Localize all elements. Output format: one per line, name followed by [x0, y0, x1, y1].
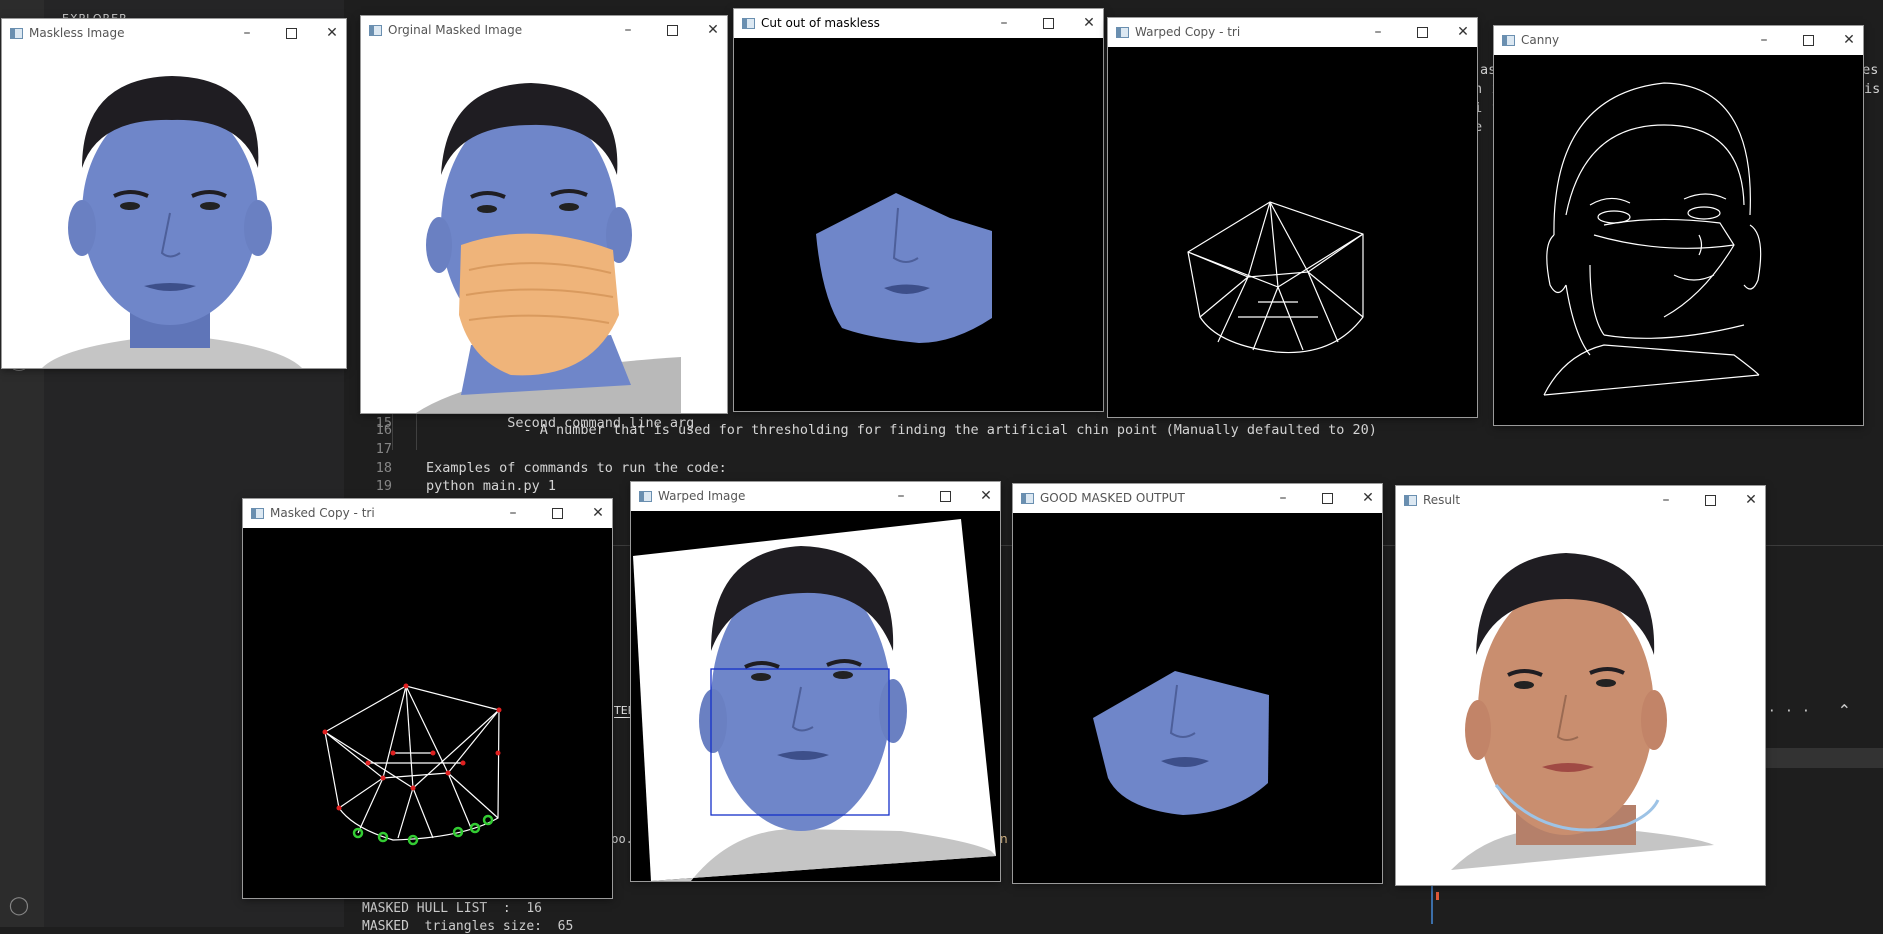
cutout-maskless-window[interactable]: Cut out of maskless – ✕ [734, 9, 1103, 411]
minimize-button[interactable]: – [1271, 488, 1295, 508]
window-title: Warped Image [658, 489, 746, 503]
masked-copy-tri-window[interactable]: Masked Copy - tri – ✕ [243, 499, 612, 898]
minimize-button[interactable]: – [992, 13, 1016, 33]
title-bar[interactable]: Masked Copy - tri – ✕ [243, 499, 612, 528]
close-button[interactable]: ✕ [1739, 490, 1763, 510]
title-bar[interactable]: Warped Image – ✕ [631, 482, 1000, 511]
title-bar[interactable]: Canny – ✕ [1494, 26, 1863, 55]
opencv-window-icon [1502, 35, 1515, 46]
maximize-button[interactable] [1410, 22, 1434, 42]
minimize-button[interactable]: – [235, 23, 259, 43]
result-window[interactable]: Result – ✕ [1396, 486, 1765, 885]
warped-copy-tri-window[interactable]: Warped Copy - tri – ✕ [1108, 18, 1477, 417]
window-title: Orginal Masked Image [388, 23, 523, 37]
maximize-button[interactable] [1315, 488, 1339, 508]
code-line-18: 18 Examples of commands to run the code: [375, 460, 727, 476]
maximize-button[interactable] [660, 20, 684, 40]
image-canvas [1013, 513, 1382, 883]
maximize-button[interactable] [1796, 30, 1820, 50]
image-canvas [243, 528, 612, 898]
code-line-19: 19 python main.py 1 [375, 478, 557, 494]
opencv-window-icon [369, 25, 382, 36]
cutout-face-image [734, 38, 1103, 411]
window-title: Masked Copy - tri [270, 506, 375, 520]
opencv-window-icon [1021, 493, 1034, 504]
opencv-window-icon [742, 18, 755, 29]
opencv-window-icon [639, 491, 652, 502]
minimize-button[interactable]: – [1366, 22, 1390, 42]
result-face-image [1396, 515, 1765, 885]
maximize-button[interactable] [545, 503, 569, 523]
title-bar[interactable]: Maskless Image – ✕ [2, 19, 346, 48]
window-title: Warped Copy - tri [1135, 25, 1241, 39]
opencv-window-icon [10, 28, 23, 39]
maskless-image-window[interactable]: Maskless Image – ✕ [2, 19, 346, 368]
code-line-17: 17 [375, 441, 392, 457]
image-canvas [2, 48, 346, 368]
terminal-fragment: n [1000, 832, 1008, 846]
close-button[interactable]: ✕ [701, 20, 725, 40]
warped-image-window[interactable]: Warped Image – ✕ [631, 482, 1000, 881]
image-canvas [1494, 55, 1863, 425]
title-bar[interactable]: Warped Copy - tri – ✕ [1108, 18, 1477, 47]
close-button[interactable]: ✕ [1356, 488, 1380, 508]
image-canvas [1108, 47, 1477, 417]
canny-window[interactable]: Canny – ✕ [1494, 26, 1863, 425]
maximize-button[interactable] [1698, 490, 1722, 510]
original-masked-image-window[interactable]: Orginal Masked Image – ✕ [361, 16, 727, 413]
title-bar[interactable]: Orginal Masked Image – ✕ [361, 16, 727, 45]
window-title: Result [1423, 493, 1461, 507]
window-title: GOOD MASKED OUTPUT [1040, 491, 1185, 505]
opencv-window-icon [1116, 27, 1129, 38]
close-button[interactable]: ✕ [320, 23, 344, 43]
close-button[interactable]: ✕ [586, 503, 610, 523]
terminal-cursor [1431, 886, 1433, 924]
good-masked-output-window[interactable]: GOOD MASKED OUTPUT – ✕ [1013, 484, 1382, 883]
terminal-cursor-marker [1436, 892, 1439, 900]
maximize-button[interactable] [279, 23, 303, 43]
code-fragment: is [1864, 81, 1881, 97]
minimize-button[interactable]: – [889, 486, 913, 506]
window-title: Canny [1521, 33, 1560, 47]
maskless-face-image [2, 48, 346, 368]
masked-output-image [1013, 513, 1382, 883]
window-title: Cut out of maskless [761, 16, 880, 30]
masked-face-image [361, 45, 727, 413]
terminal-line: MASKED HULL LIST : 16 [362, 901, 543, 916]
canny-edge-image [1494, 55, 1863, 425]
minimize-button[interactable]: – [501, 503, 525, 523]
warped-face-image [631, 511, 1000, 881]
warped-triangle-mesh [1108, 47, 1477, 417]
minimize-button[interactable]: – [1654, 490, 1678, 510]
image-canvas [734, 38, 1103, 411]
masked-triangle-mesh [243, 528, 612, 898]
close-button[interactable]: ✕ [1077, 13, 1101, 33]
close-button[interactable]: ✕ [1837, 30, 1861, 50]
minimize-button[interactable]: – [616, 20, 640, 40]
window-title: Maskless Image [29, 26, 125, 40]
close-button[interactable]: ✕ [1451, 22, 1475, 42]
account-icon[interactable]: ◯ [8, 895, 30, 917]
opencv-window-icon [1404, 495, 1417, 506]
maximize-button[interactable] [1036, 13, 1060, 33]
opencv-window-icon [251, 508, 264, 519]
image-canvas [361, 45, 727, 413]
title-bar[interactable]: Result – ✕ [1396, 486, 1765, 515]
close-button[interactable]: ✕ [974, 486, 998, 506]
title-bar[interactable]: GOOD MASKED OUTPUT – ✕ [1013, 484, 1382, 513]
minimize-button[interactable]: – [1752, 30, 1776, 50]
image-canvas [631, 511, 1000, 881]
maximize-button[interactable] [933, 486, 957, 506]
title-bar[interactable]: Cut out of maskless – ✕ [734, 9, 1103, 38]
code-line-16: 16 - A number that is used for threshold… [375, 422, 1377, 438]
image-canvas [1396, 515, 1765, 885]
